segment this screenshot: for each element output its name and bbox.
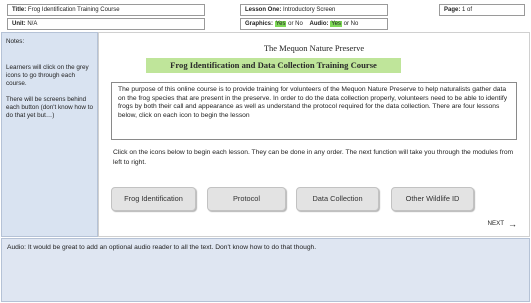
graphics-or: or <box>288 21 294 27</box>
next-label: NEXT <box>487 220 504 227</box>
audio-yes: Yes <box>330 21 342 27</box>
arrow-right-icon: → <box>508 218 517 229</box>
unit-value: N/A <box>27 21 38 27</box>
lesson-cell: Lesson One: Introductory Screen <box>240 4 388 16</box>
audio-no: No <box>350 21 359 27</box>
unit-cell: Unit: N/A <box>7 18 205 30</box>
lesson-label: Lesson One: <box>245 7 282 13</box>
notes-para-1: Learners will click on the grey icons to… <box>6 64 89 87</box>
purpose-text: The purpose of this online course is to … <box>111 82 517 140</box>
graphics-no: No <box>295 21 303 27</box>
media-cell: Graphics: Yes or No Audio: Yes or No <box>240 18 388 30</box>
other-wildlife-id-button[interactable]: Other Wildlife ID <box>391 187 474 211</box>
audio-or: or <box>343 21 349 27</box>
course-title-banner: Frog Identification and Data Collection … <box>146 58 401 73</box>
protocol-button[interactable]: Protocol <box>207 187 286 211</box>
title-cell: Title: Frog Identification Training Cour… <box>7 4 205 16</box>
audio-notes-panel: Audio: It would be great to add an optio… <box>1 238 530 302</box>
audio-notes-text: Audio: It would be great to add an optio… <box>7 244 317 251</box>
frog-identification-button[interactable]: Frog Identification <box>111 187 196 211</box>
unit-label: Unit: <box>12 21 26 27</box>
audio-label: Audio: <box>309 21 329 27</box>
graphics-yes: Yes <box>274 21 287 27</box>
title-label: Title: <box>12 7 27 13</box>
next-button[interactable]: NEXT → <box>487 218 517 229</box>
title-value: Frog Identification Training Course <box>27 7 120 13</box>
notes-title: Notes: <box>6 38 25 45</box>
preserve-subtitle: The Mequon Nature Preserve <box>263 43 365 53</box>
lesson-value: Introductory Screen <box>283 7 336 13</box>
graphics-label: Graphics: <box>245 21 274 27</box>
main-panel: The Mequon Nature Preserve Frog Identifi… <box>98 32 530 237</box>
notes-para-2: There will be screens behind each button… <box>6 96 93 119</box>
page-label: Page: <box>444 7 461 13</box>
data-collection-button[interactable]: Data Collection <box>296 187 379 211</box>
page-cell: Page: 1 of <box>439 4 525 16</box>
page-value: 1 of <box>462 7 473 13</box>
instructions-text: Click on the icons below to begin each l… <box>113 149 514 166</box>
notes-panel: Notes: Learners will click on the grey i… <box>1 32 98 237</box>
